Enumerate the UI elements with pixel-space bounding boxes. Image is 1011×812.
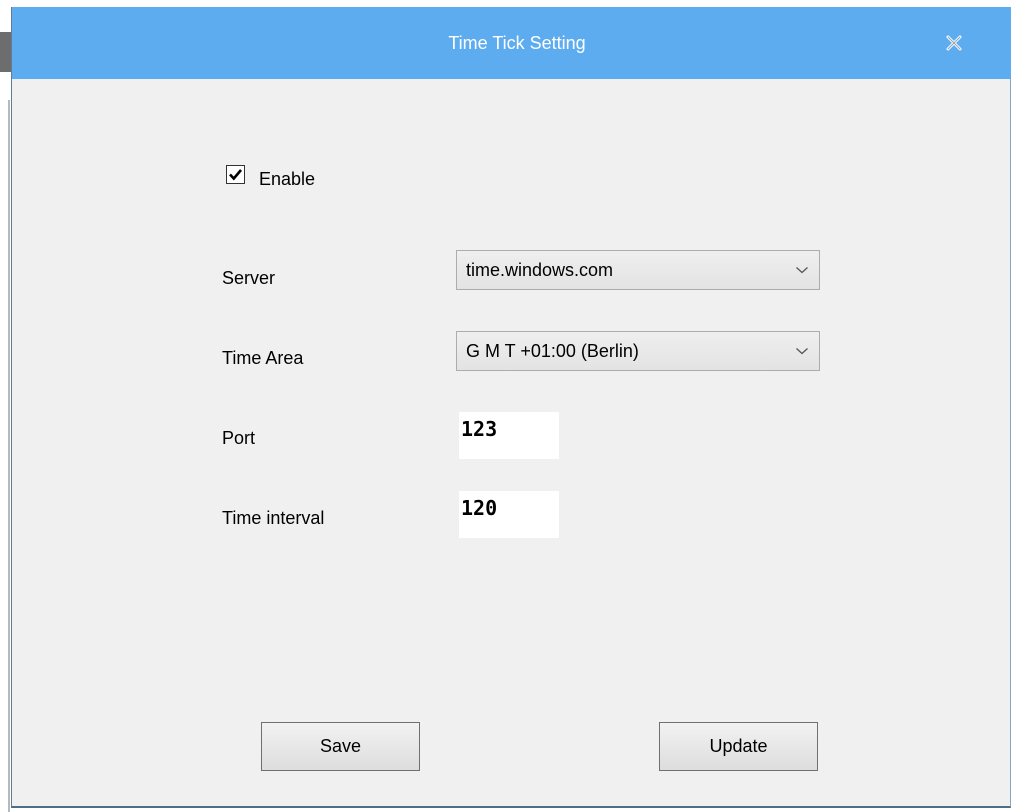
close-icon (946, 35, 962, 51)
chevron-down-icon (796, 267, 808, 274)
time-interval-input-value: 120 (461, 496, 498, 520)
time-area-dropdown[interactable]: G M T +01:00 (Berlin) (456, 331, 820, 371)
server-label: Server (222, 268, 276, 288)
background-window-border (8, 100, 10, 812)
time-area-label: Time Area (222, 348, 304, 368)
server-dropdown[interactable]: time.windows.com (456, 250, 820, 290)
port-label: Port (222, 428, 256, 448)
time-tick-setting-dialog: Time Tick Setting Enable Server time.win… (11, 7, 1011, 808)
dialog-title: Time Tick Setting (448, 33, 586, 53)
time-interval-input[interactable]: 120 (459, 491, 559, 538)
close-button[interactable] (942, 31, 966, 55)
port-input-value: 123 (461, 417, 498, 441)
enable-checkbox[interactable] (226, 165, 245, 184)
time-interval-label: Time interval (222, 508, 325, 528)
server-dropdown-value: time.windows.com (466, 260, 614, 280)
checkmark-icon (229, 169, 242, 181)
enable-label: Enable (259, 169, 316, 189)
chevron-down-icon (796, 348, 808, 355)
save-button[interactable]: Save (261, 722, 420, 771)
port-input[interactable]: 123 (459, 412, 559, 459)
update-button[interactable]: Update (659, 722, 818, 771)
time-area-dropdown-value: G M T +01:00 (Berlin) (466, 341, 639, 361)
